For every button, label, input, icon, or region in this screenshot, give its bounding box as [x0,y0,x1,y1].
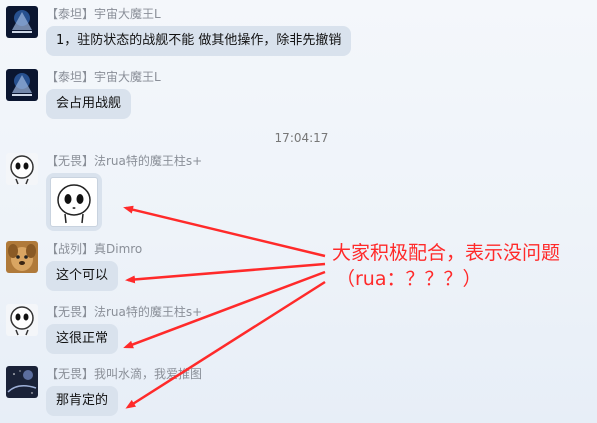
arrow-to-message-6 [125,280,326,409]
arrow-to-sticker [123,205,326,258]
chat-window: { "messages": [ {"id": "m1", "sender": "… [0,0,597,423]
arrow-to-message-4 [125,262,326,284]
annotation-arrows [123,205,326,409]
annotation-line-1: 大家积极配合，表示没问题 [332,242,561,264]
arrow-to-message-5 [123,270,326,349]
annotation-text: 大家积极配合，表示没问题 （rua：？？？） [332,240,560,292]
annotation-line-2: （rua：？？？） [336,268,482,290]
